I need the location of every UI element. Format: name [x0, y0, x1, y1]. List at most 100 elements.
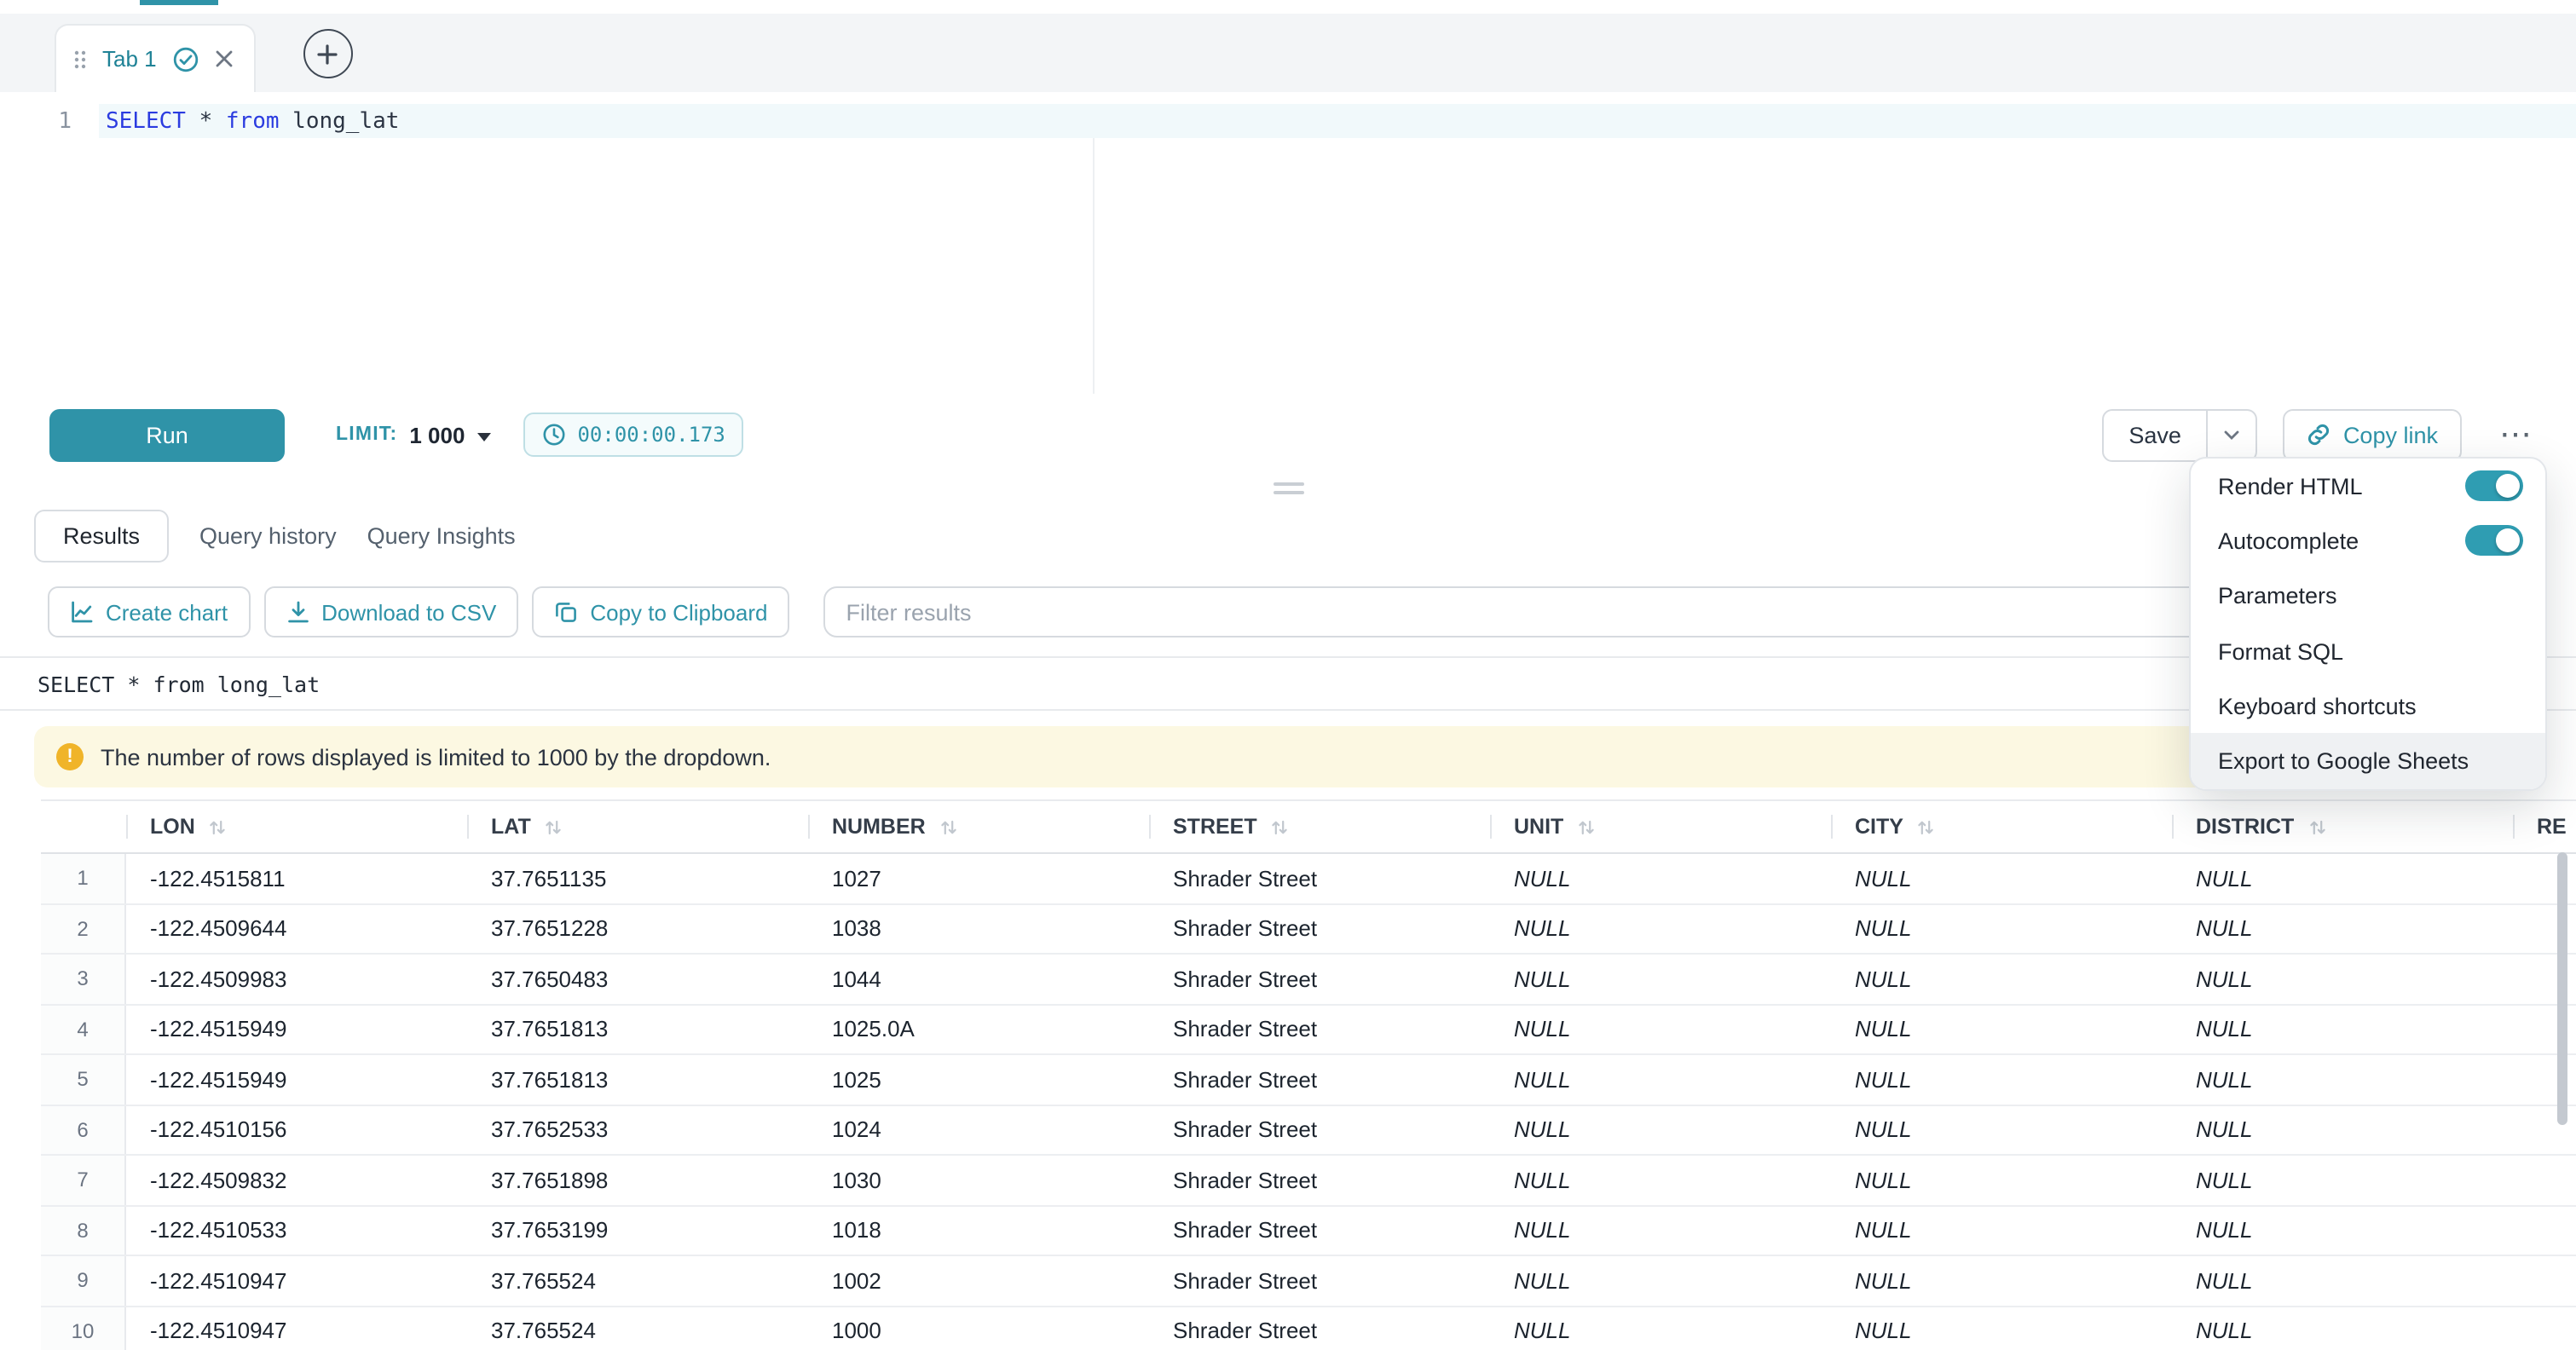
menu-item-format-sql[interactable]: Format SQL: [2191, 624, 2545, 679]
table-row[interactable]: 3 -122.4509983 37.7650483 1044 Shrader S…: [41, 955, 2576, 1005]
table-cell[interactable]: -122.4509832: [126, 1168, 467, 1193]
table-cell[interactable]: NULL: [2172, 1268, 2513, 1294]
table-cell[interactable]: NULL: [1831, 1318, 2172, 1344]
table-cell[interactable]: NULL: [2172, 916, 2513, 942]
table-cell[interactable]: -122.4509983: [126, 966, 467, 992]
table-cell[interactable]: -122.4509644: [126, 916, 467, 942]
more-options-button[interactable]: ⋯: [2489, 418, 2542, 451]
table-cell[interactable]: NULL: [1490, 966, 1831, 992]
table-row[interactable]: 4 -122.4515949 37.7651813 1025.0A Shrade…: [41, 1005, 2576, 1055]
table-cell[interactable]: 1002: [808, 1268, 1149, 1294]
tab-query-insights[interactable]: Query Insights: [367, 522, 516, 548]
column-header[interactable]: LAT: [467, 801, 808, 852]
menu-item-render-html[interactable]: Render HTML: [2191, 459, 2545, 514]
column-header[interactable]: UNIT: [1490, 801, 1831, 852]
sort-icon[interactable]: [1577, 817, 1596, 836]
table-cell[interactable]: NULL: [2172, 1318, 2513, 1344]
table-row[interactable]: 10 -122.4510947 37.765524 1000 Shrader S…: [41, 1307, 2576, 1350]
table-cell[interactable]: Shrader Street: [1149, 1218, 1490, 1243]
column-header[interactable]: RE: [2513, 801, 2576, 852]
table-cell[interactable]: Shrader Street: [1149, 1318, 1490, 1344]
table-cell[interactable]: 37.765524: [467, 1268, 808, 1294]
table-cell[interactable]: 37.7650483: [467, 966, 808, 992]
column-header[interactable]: DISTRICT: [2172, 801, 2513, 852]
table-row[interactable]: 5 -122.4515949 37.7651813 1025 Shrader S…: [41, 1055, 2576, 1105]
table-cell[interactable]: NULL: [1831, 866, 2172, 891]
sql-code-editor[interactable]: 1 SELECT * from long_lat: [0, 104, 2576, 394]
close-tab-icon[interactable]: [215, 49, 234, 68]
autocomplete-toggle[interactable]: [2465, 526, 2523, 557]
table-cell[interactable]: NULL: [2172, 1117, 2513, 1143]
table-cell[interactable]: 1027: [808, 866, 1149, 891]
table-cell[interactable]: -122.4515949: [126, 1017, 467, 1042]
tab-query-history[interactable]: Query history: [199, 522, 337, 548]
table-row[interactable]: 8 -122.4510533 37.7653199 1018 Shrader S…: [41, 1206, 2576, 1256]
table-cell[interactable]: 1025.0A: [808, 1017, 1149, 1042]
tab-results[interactable]: Results: [34, 509, 169, 562]
table-cell[interactable]: NULL: [1490, 1067, 1831, 1093]
table-cell[interactable]: -122.4515949: [126, 1067, 467, 1093]
vertical-scrollbar[interactable]: [2557, 852, 2567, 1125]
table-cell[interactable]: NULL: [2172, 1218, 2513, 1243]
table-cell[interactable]: NULL: [1490, 1017, 1831, 1042]
menu-item-export-google-sheets[interactable]: Export to Google Sheets: [2191, 734, 2545, 789]
table-cell[interactable]: 37.7651813: [467, 1067, 808, 1093]
table-row[interactable]: 7 -122.4509832 37.7651898 1030 Shrader S…: [41, 1156, 2576, 1206]
table-cell[interactable]: NULL: [2172, 866, 2513, 891]
table-cell[interactable]: -122.4510533: [126, 1218, 467, 1243]
column-header[interactable]: NUMBER: [808, 801, 1149, 852]
table-cell[interactable]: Shrader Street: [1149, 1067, 1490, 1093]
copy-to-clipboard-button[interactable]: Copy to Clipboard: [532, 586, 789, 638]
table-cell[interactable]: Shrader Street: [1149, 1117, 1490, 1143]
table-cell[interactable]: NULL: [1490, 1318, 1831, 1344]
table-row[interactable]: 6 -122.4510156 37.7652533 1024 Shrader S…: [41, 1105, 2576, 1156]
table-cell[interactable]: NULL: [2172, 1168, 2513, 1193]
table-cell[interactable]: NULL: [1831, 1268, 2172, 1294]
create-chart-button[interactable]: Create chart: [48, 586, 250, 638]
table-cell[interactable]: NULL: [1831, 1168, 2172, 1193]
table-cell[interactable]: NULL: [2172, 1017, 2513, 1042]
sort-icon[interactable]: [2307, 817, 2326, 836]
table-cell[interactable]: 37.7651898: [467, 1168, 808, 1193]
table-cell[interactable]: 1044: [808, 966, 1149, 992]
table-cell[interactable]: NULL: [1831, 1218, 2172, 1243]
table-cell[interactable]: 37.7651813: [467, 1017, 808, 1042]
table-cell[interactable]: 37.7653199: [467, 1218, 808, 1243]
drag-handle-icon[interactable]: [73, 49, 87, 69]
table-cell[interactable]: NULL: [1490, 916, 1831, 942]
table-cell[interactable]: 37.7651135: [467, 866, 808, 891]
table-cell[interactable]: Shrader Street: [1149, 966, 1490, 992]
table-cell[interactable]: Shrader Street: [1149, 916, 1490, 942]
menu-item-autocomplete[interactable]: Autocomplete: [2191, 514, 2545, 569]
table-cell[interactable]: NULL: [1831, 1017, 2172, 1042]
table-cell[interactable]: 1025: [808, 1067, 1149, 1093]
table-cell[interactable]: NULL: [1831, 916, 2172, 942]
table-cell[interactable]: 1030: [808, 1168, 1149, 1193]
table-cell[interactable]: NULL: [1490, 1117, 1831, 1143]
table-cell[interactable]: 1038: [808, 916, 1149, 942]
sort-icon[interactable]: [209, 817, 228, 836]
table-cell[interactable]: NULL: [1490, 1168, 1831, 1193]
menu-item-parameters[interactable]: Parameters: [2191, 568, 2545, 624]
table-cell[interactable]: Shrader Street: [1149, 1268, 1490, 1294]
table-cell[interactable]: -122.4510156: [126, 1117, 467, 1143]
table-cell[interactable]: NULL: [2172, 1067, 2513, 1093]
table-cell[interactable]: Shrader Street: [1149, 866, 1490, 891]
copy-link-button[interactable]: Copy link: [2284, 408, 2462, 461]
table-cell[interactable]: 37.765524: [467, 1318, 808, 1344]
table-row[interactable]: 1 -122.4515811 37.7651135 1027 Shrader S…: [41, 854, 2576, 904]
table-cell[interactable]: Shrader Street: [1149, 1017, 1490, 1042]
table-cell[interactable]: -122.4515811: [126, 866, 467, 891]
table-cell[interactable]: -122.4510947: [126, 1268, 467, 1294]
column-header[interactable]: CITY: [1831, 801, 2172, 852]
column-header[interactable]: STREET: [1149, 801, 1490, 852]
table-cell[interactable]: NULL: [1831, 1067, 2172, 1093]
table-cell[interactable]: 37.7651228: [467, 916, 808, 942]
table-cell[interactable]: NULL: [1490, 1218, 1831, 1243]
render-html-toggle[interactable]: [2465, 470, 2523, 501]
resize-handle[interactable]: [1273, 482, 1303, 499]
table-row[interactable]: 9 -122.4510947 37.765524 1002 Shrader St…: [41, 1256, 2576, 1307]
run-button[interactable]: Run: [49, 408, 285, 461]
table-cell[interactable]: NULL: [1831, 1117, 2172, 1143]
column-header[interactable]: LON: [126, 801, 467, 852]
